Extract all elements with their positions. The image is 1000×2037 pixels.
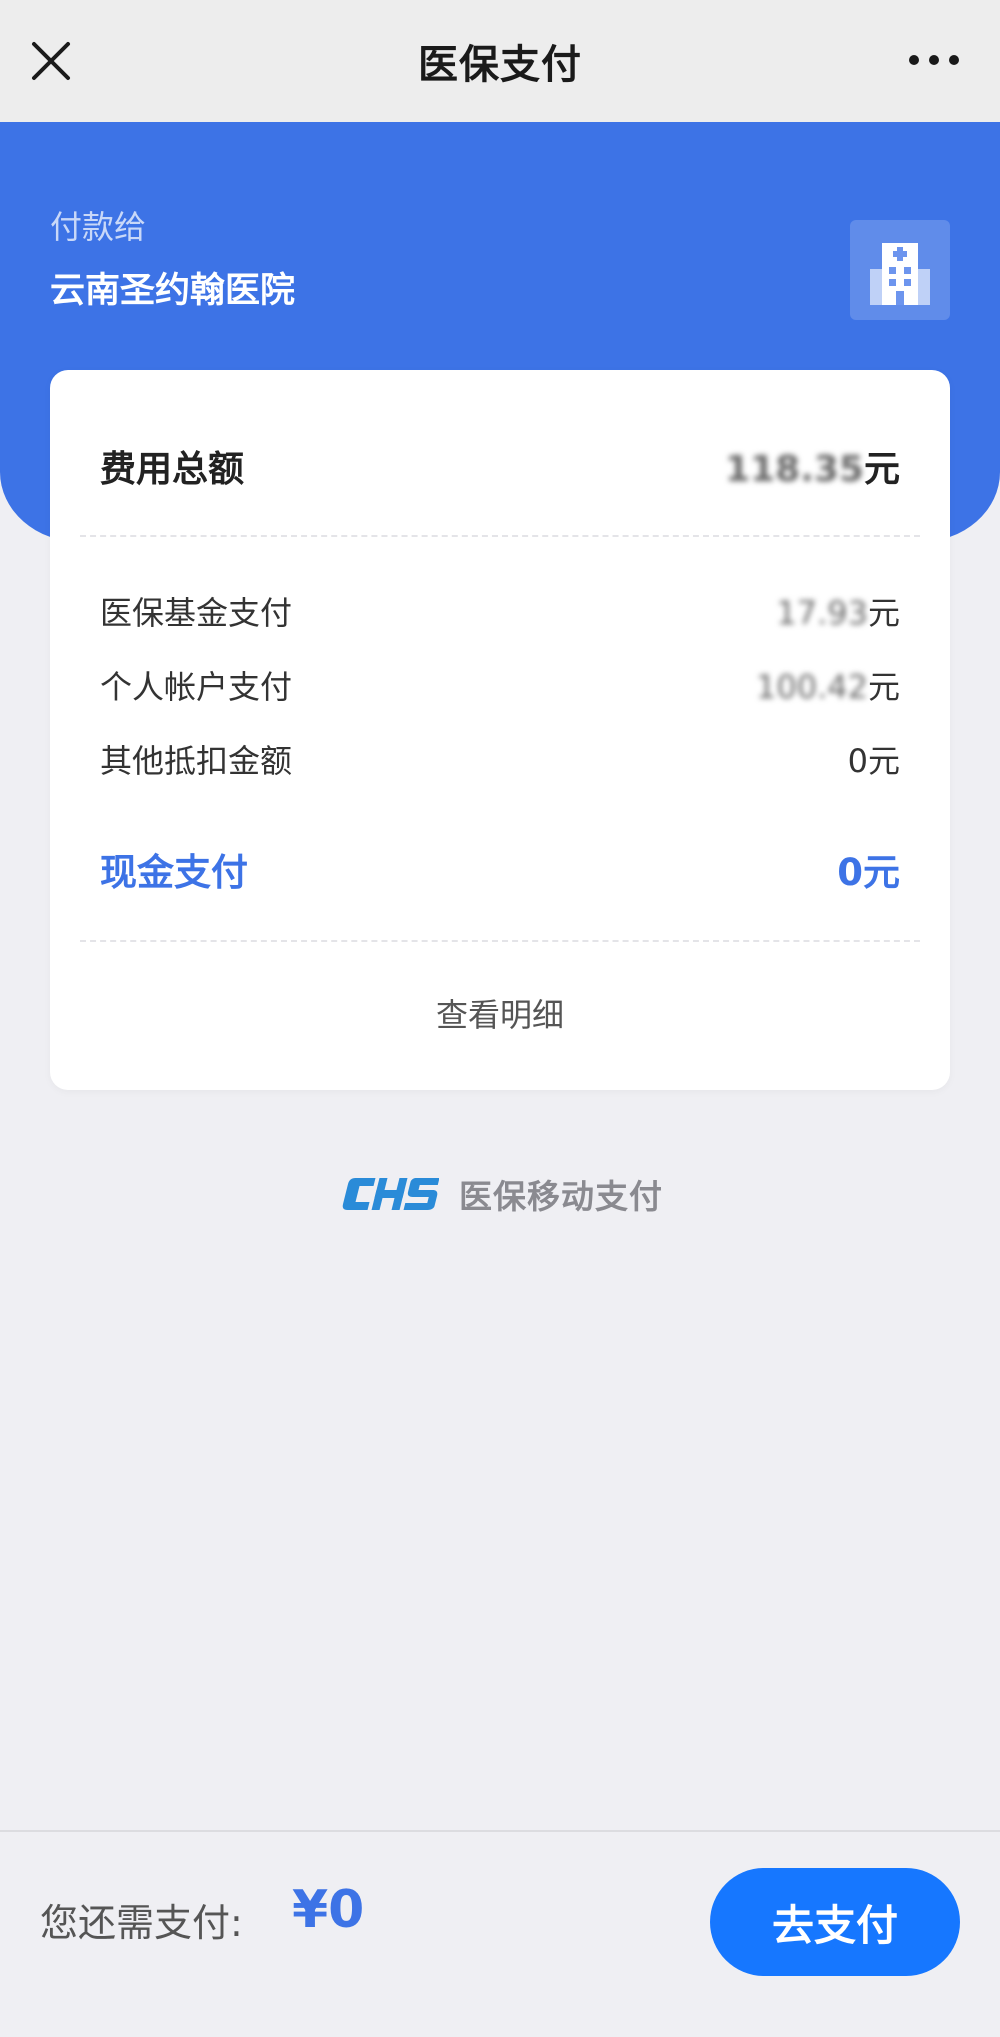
personal-account-label: 个人帐户支付 [100, 668, 293, 706]
chs-logo-icon [342, 1178, 439, 1210]
fund-payment-label: 医保基金支付 [100, 594, 293, 632]
total-amount: 118.35 元 [725, 440, 900, 492]
remain-label: 您还需支付: [40, 1901, 243, 1945]
fund-payment-amount: 17.93 元 [776, 588, 900, 634]
other-deduction-label: 其他抵扣金额 [100, 742, 293, 780]
cash-payment-amount: 0元 [837, 842, 900, 896]
pay-button[interactable]: 去支付 [710, 1868, 960, 1976]
cash-payment-value: 0 [837, 851, 863, 894]
cash-payment-unit: 元 [863, 851, 900, 894]
other-deduction-row: 其他抵扣金额 0元 [100, 736, 900, 782]
personal-account-value: 100.42 [756, 668, 868, 706]
payment-page: 医保支付 付款给 云南圣约翰医院 费用总额 118.35 元 医保基金支付 17… [0, 0, 1000, 2037]
personal-account-unit: 元 [867, 668, 900, 706]
hospital-badge [850, 220, 950, 320]
close-icon[interactable] [28, 38, 74, 84]
page-title: 医保支付 [418, 42, 582, 88]
divider [80, 535, 920, 537]
view-details-link[interactable]: 查看明细 [50, 990, 950, 1036]
fund-payment-unit: 元 [867, 594, 900, 632]
total-unit: 元 [863, 449, 900, 490]
more-icon[interactable] [908, 52, 960, 68]
personal-account-amount: 100.42 元 [756, 662, 900, 708]
divider [80, 940, 920, 942]
fund-payment-row: 医保基金支付 17.93 元 [100, 588, 900, 634]
total-label: 费用总额 [100, 449, 245, 490]
nav-bar: 医保支付 [0, 0, 1000, 122]
bottom-bar: 您还需支付: ¥0 去支付 [0, 1830, 1000, 2037]
payee-caption: 付款给 [50, 208, 147, 246]
payee-name: 云南圣约翰医院 [50, 271, 296, 311]
cash-payment-label: 现金支付 [100, 851, 248, 894]
fund-payment-value: 17.93 [776, 594, 868, 632]
other-deduction-amount: 0元 [848, 736, 900, 782]
bill-card: 费用总额 118.35 元 医保基金支付 17.93 元 个人帐户支付 100.42… [50, 370, 950, 1090]
cash-payment-row: 现金支付 0元 [100, 842, 900, 896]
brand-name: 医保移动支付 [459, 1177, 663, 1216]
total-value: 118.35 [725, 449, 864, 490]
total-row: 费用总额 118.35 元 [100, 440, 900, 492]
remain-amount: ¥0 [292, 1880, 365, 1940]
hospital-icon [870, 243, 930, 305]
other-deduction-value: 0 [847, 742, 868, 780]
personal-account-row: 个人帐户支付 100.42 元 [100, 662, 900, 708]
other-deduction-unit: 元 [867, 742, 900, 780]
chs-brand: 医保移动支付 [0, 1170, 1000, 1218]
